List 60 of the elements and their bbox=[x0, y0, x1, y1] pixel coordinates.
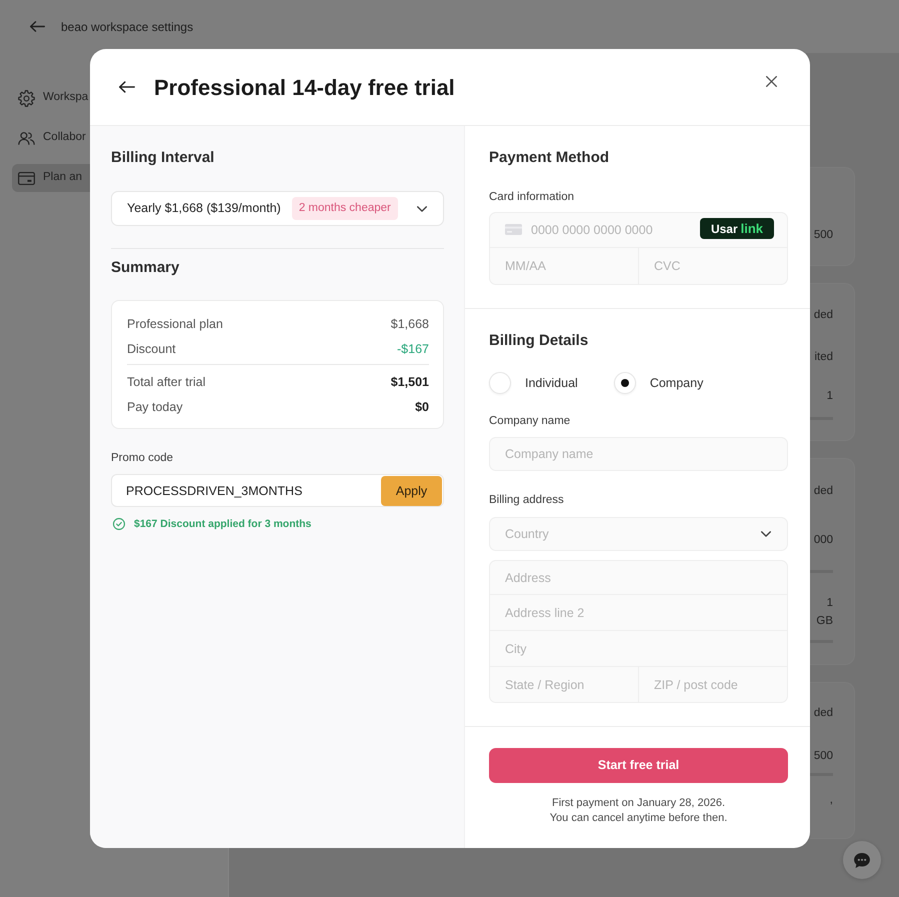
card-text: 500 bbox=[814, 228, 833, 243]
success-message: $167 Discount applied for 3 months bbox=[134, 517, 312, 531]
page-title: beao workspace settings bbox=[61, 18, 194, 36]
address-input[interactable]: ZIP / post code bbox=[638, 666, 788, 703]
card-icon bbox=[505, 224, 522, 235]
cvc-input[interactable]: CVC bbox=[638, 247, 788, 285]
radio-label[interactable]: Individual bbox=[525, 374, 578, 392]
summary-label: Total after trial bbox=[127, 374, 206, 391]
card-text: GB bbox=[816, 614, 833, 629]
summary-amount: $1,668 bbox=[390, 316, 429, 333]
summary-label: Pay today bbox=[127, 399, 183, 416]
section-heading: Payment Method bbox=[489, 148, 610, 168]
company-name-input[interactable]: Company name bbox=[489, 437, 788, 471]
link-pay-button[interactable]: Usar link bbox=[700, 218, 774, 239]
footnote-text: You can cancel anytime before then. bbox=[550, 811, 728, 826]
field-label: Company name bbox=[489, 414, 570, 429]
card-text: 500 bbox=[814, 749, 833, 764]
card-text: 1 bbox=[826, 389, 833, 404]
card-text: 000 bbox=[814, 533, 833, 548]
address-input[interactable]: City bbox=[489, 630, 788, 667]
back-arrow-icon[interactable] bbox=[119, 81, 135, 93]
expiry-input[interactable]: MM/AA bbox=[489, 247, 639, 285]
chevron-down-icon bbox=[761, 531, 771, 537]
field-label: Billing address bbox=[489, 493, 564, 508]
chevron-down-icon bbox=[417, 206, 427, 212]
close-icon[interactable] bbox=[766, 76, 777, 87]
summary-label: Discount bbox=[127, 341, 176, 358]
card-text: ded bbox=[814, 706, 833, 721]
savings-badge: 2 months cheaper bbox=[292, 197, 398, 220]
address-input[interactable]: Address line 2 bbox=[489, 594, 788, 631]
start-trial-button[interactable]: Start free trial bbox=[489, 748, 788, 783]
section-heading: Billing Interval bbox=[111, 148, 214, 168]
card-text: ded bbox=[814, 484, 833, 499]
summary-label: Professional plan bbox=[127, 316, 223, 333]
sidebar-item[interactable]: Workspa bbox=[12, 84, 90, 112]
section-heading: Summary bbox=[111, 258, 180, 278]
radio-label[interactable]: Company bbox=[650, 374, 704, 392]
summary-amount: $0 bbox=[415, 399, 429, 416]
card-icon bbox=[18, 172, 35, 184]
card-text: ited bbox=[814, 350, 833, 365]
section-heading: Billing Details bbox=[489, 331, 588, 351]
chat-icon bbox=[854, 852, 870, 868]
card-text: ded bbox=[814, 308, 833, 323]
billing-interval-select[interactable]: Yearly $1,668 ($139/month) 2 months cheaper bbox=[111, 191, 444, 226]
address-input[interactable]: Address bbox=[489, 560, 788, 595]
dialog-title: Professional 14-day free trial bbox=[154, 74, 455, 102]
footnote-text: First payment on January 28, 2026. bbox=[552, 796, 726, 811]
summary-amount: $1,501 bbox=[390, 374, 429, 391]
radio-button[interactable] bbox=[614, 372, 636, 394]
people-icon bbox=[18, 132, 35, 144]
radio-button[interactable] bbox=[489, 372, 511, 394]
apply-button[interactable]: Apply bbox=[381, 476, 442, 506]
field-label: Promo code bbox=[111, 451, 174, 466]
address-input[interactable]: State / Region bbox=[489, 666, 639, 703]
sidebar-item[interactable]: Collabor bbox=[12, 124, 90, 152]
gear-icon bbox=[18, 90, 35, 106]
summary-amount: -$167 bbox=[397, 341, 429, 358]
card-text: , bbox=[830, 793, 833, 808]
card-text: 1 bbox=[826, 596, 833, 611]
field-label: Card information bbox=[489, 190, 574, 205]
